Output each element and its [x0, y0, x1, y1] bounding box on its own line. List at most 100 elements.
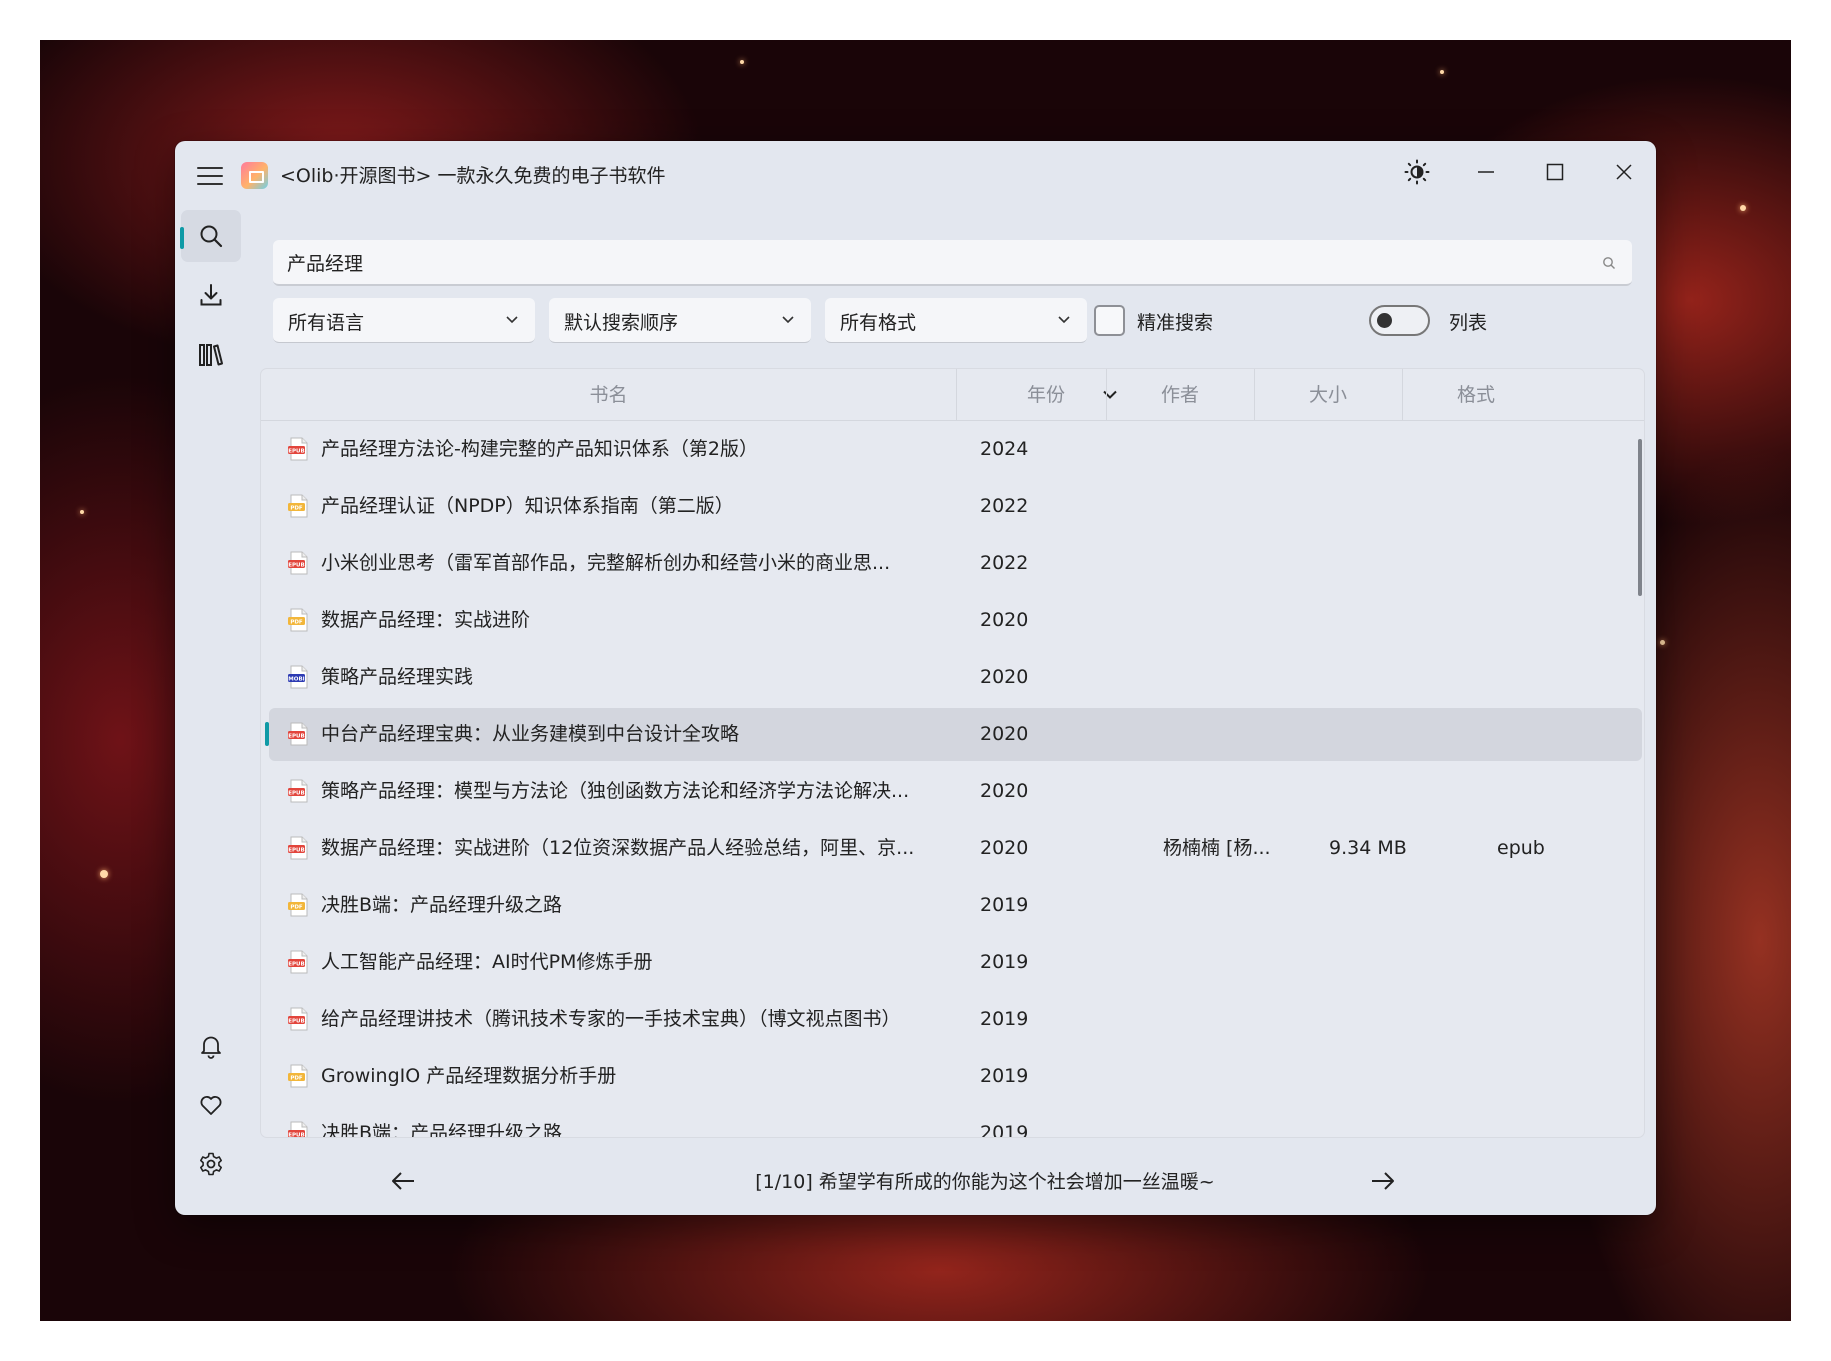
download-icon [200, 284, 222, 306]
book-author [1163, 592, 1283, 649]
app-logo-icon [241, 162, 268, 189]
book-title: 数据产品经理：实战进阶 [321, 609, 531, 631]
book-year: 2019 [980, 894, 1029, 916]
table-row[interactable]: PDF GrowingIO 产品经理数据分析手册 2019 [261, 1048, 1644, 1105]
language-select[interactable]: 所有语言 [273, 298, 535, 343]
gear-icon [200, 1152, 222, 1176]
list-view-label: 列表 [1449, 312, 1488, 334]
book-year: 2020 [980, 780, 1029, 802]
table-row[interactable]: EPUB 产品经理方法论-构建完整的产品知识体系（第2版） 2024 [261, 421, 1644, 478]
title-bar: <Olib·开源图书> 一款永久免费的电子书软件 [175, 141, 1656, 211]
table-row[interactable]: EPUB 人工智能产品经理：AI时代PM修炼手册 2019 [261, 934, 1644, 991]
book-size [1329, 649, 1439, 706]
previous-page-button[interactable] [381, 1161, 425, 1201]
epub-icon: EPUB [288, 437, 308, 461]
svg-text:EPUB: EPUB [288, 733, 304, 739]
book-size [1329, 763, 1439, 820]
list-view-toggle[interactable] [1369, 305, 1430, 336]
minimize-button[interactable] [1462, 151, 1510, 193]
book-format [1497, 535, 1577, 592]
book-author [1163, 706, 1283, 763]
nav-notifications[interactable] [181, 1020, 241, 1072]
nav-library[interactable] [181, 329, 241, 381]
language-select-value: 所有语言 [288, 312, 365, 334]
table-row[interactable]: EPUB 数据产品经理：实战进阶（12位资深数据产品人经验总结，阿里、京... 20… [261, 820, 1644, 877]
theme-toggle-button[interactable] [1393, 151, 1441, 193]
book-title: 策略产品经理实践 [321, 666, 474, 688]
book-size [1329, 991, 1439, 1048]
book-author [1163, 991, 1283, 1048]
mobi-icon: MOBI [288, 665, 308, 689]
book-year: 2024 [980, 438, 1029, 460]
star [1440, 70, 1444, 74]
table-row[interactable]: EPUB 决胜B端：产品经理升级之路 2019 [261, 1105, 1644, 1138]
table-row[interactable]: EPUB 给产品经理讲技术（腾讯技术专家的一手技术宝典）（博文视点图书） 2019 [261, 991, 1644, 1048]
svg-text:MOBI: MOBI [288, 676, 304, 682]
book-size [1329, 934, 1439, 991]
svg-text:EPUB: EPUB [288, 562, 304, 568]
order-select[interactable]: 默认搜索顺序 [549, 298, 811, 343]
next-page-button[interactable] [1361, 1161, 1405, 1201]
exact-search-checkbox[interactable] [1094, 305, 1125, 336]
book-title: 中台产品经理宝典：从业务建模到中台设计全攻略 [321, 723, 740, 745]
table-row[interactable]: EPUB 小米创业思考（雷军首部作品，完整解析创办和经营小米的商业思... 2022 [261, 535, 1644, 592]
column-header-size[interactable]: 大小 [1254, 369, 1402, 421]
window-title: <Olib·开源图书> 一款永久免费的电子书软件 [280, 165, 666, 187]
star [80, 510, 84, 514]
search-submit-icon[interactable] [1602, 256, 1616, 270]
table-row[interactable]: PDF 产品经理认证（NPDP）知识体系指南（第二版） 2022 [261, 478, 1644, 535]
book-format [1497, 592, 1577, 649]
book-author [1163, 421, 1283, 478]
toggle-knob [1377, 313, 1392, 328]
maximize-icon [1546, 163, 1564, 181]
nav-settings[interactable] [181, 1138, 241, 1190]
book-title: GrowingIO 产品经理数据分析手册 [321, 1065, 617, 1087]
epub-icon: EPUB [288, 836, 308, 860]
footer-message: [1/10] 希望学有所成的你能为这个社会增加一丝温暖~ [755, 1171, 1215, 1193]
epub-icon: EPUB [288, 950, 308, 974]
nav-favorites[interactable] [181, 1079, 241, 1131]
column-header-author[interactable]: 作者 [1106, 369, 1254, 421]
heart-icon [200, 1096, 222, 1115]
svg-text:PDF: PDF [290, 904, 303, 910]
table-row[interactable]: PDF 决胜B端：产品经理升级之路 2019 [261, 877, 1644, 934]
pdf-icon: PDF [288, 608, 308, 632]
format-select[interactable]: 所有格式 [825, 298, 1087, 343]
book-size [1329, 706, 1439, 763]
table-row[interactable]: EPUB 中台产品经理宝典：从业务建模到中台设计全攻略 2020 [261, 706, 1644, 763]
svg-text:EPUB: EPUB [288, 847, 304, 853]
close-button[interactable] [1600, 151, 1648, 193]
table-row[interactable]: PDF 数据产品经理：实战进阶 2020 [261, 592, 1644, 649]
epub-icon: EPUB [288, 1007, 308, 1031]
book-format [1497, 1048, 1577, 1105]
column-header-title[interactable]: 书名 [261, 369, 956, 421]
search-input[interactable] [287, 248, 1567, 276]
column-header-format[interactable]: 格式 [1402, 369, 1550, 421]
table-row[interactable]: EPUB 策略产品经理：模型与方法论（独创函数方法论和经济学方法论解决... 202… [261, 763, 1644, 820]
book-format [1497, 478, 1577, 535]
book-title: 给产品经理讲技术（腾讯技术专家的一手技术宝典）（博文视点图书） [321, 1008, 901, 1030]
book-year: 2020 [980, 837, 1029, 859]
app-window: <Olib·开源图书> 一款永久免费的电子书软件 产品经理 所有语言 默认搜索顺… [175, 141, 1656, 1215]
book-title: 决胜B端：产品经理升级之路 [321, 894, 563, 916]
book-title: 决胜B端：产品经理升级之路 [321, 1122, 563, 1138]
svg-text:EPUB: EPUB [288, 961, 304, 967]
book-format [1497, 1105, 1577, 1137]
svg-text:EPUB: EPUB [288, 790, 304, 796]
book-title: 策略产品经理：模型与方法论（独创函数方法论和经济学方法论解决... [321, 780, 910, 802]
star [100, 870, 108, 878]
search-box [273, 240, 1632, 286]
maximize-button[interactable] [1531, 151, 1579, 193]
book-author: 杨楠楠 [杨... [1163, 837, 1271, 859]
menu-icon[interactable] [197, 165, 223, 187]
table-scrollbar[interactable] [1638, 439, 1642, 596]
table-row[interactable]: MOBI 策略产品经理实践 2020 [261, 649, 1644, 706]
book-format [1497, 877, 1577, 934]
nav-search[interactable] [181, 210, 241, 262]
chevron-down-icon [506, 316, 518, 324]
book-format: epub [1497, 837, 1545, 859]
epub-icon: EPUB [288, 722, 308, 746]
search-icon [200, 225, 223, 248]
format-select-value: 所有格式 [840, 312, 917, 334]
nav-downloads[interactable] [181, 269, 241, 321]
